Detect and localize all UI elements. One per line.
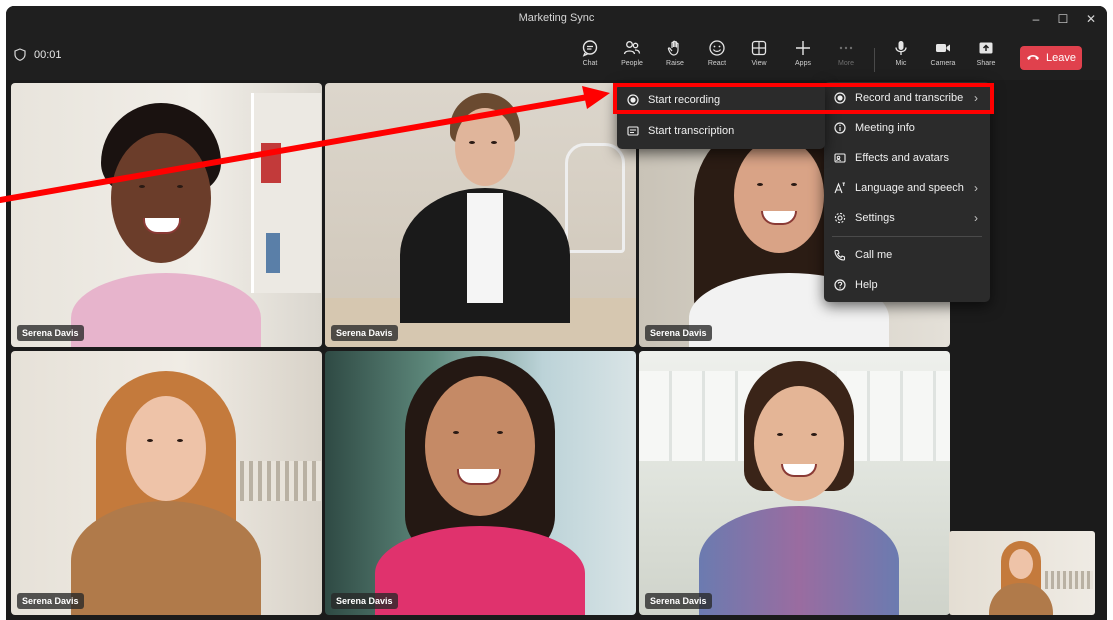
more-icon: [837, 39, 855, 57]
record-icon: [834, 92, 846, 104]
toolbar-divider: [874, 48, 875, 72]
menu-item-label: Start transcription: [648, 125, 735, 137]
menu-item-label: Record and transcribe: [855, 92, 964, 104]
participant-name: Serena Davis: [331, 325, 398, 341]
mic-button[interactable]: Mic: [879, 39, 923, 75]
leave-button[interactable]: Leave: [1020, 46, 1082, 70]
phone-icon: [834, 249, 846, 261]
apps-icon: [794, 39, 812, 57]
view-icon: [750, 39, 768, 57]
menu-item-settings[interactable]: Settings ›: [824, 205, 990, 231]
more-options-menu: Record and transcribe › Meeting info Eff…: [824, 82, 990, 302]
menu-item-language-and-speech[interactable]: Language and speech ›: [824, 175, 990, 201]
menu-item-label: Settings: [855, 212, 895, 224]
video-tile[interactable]: Serena Davis: [639, 351, 950, 615]
react-label: React: [707, 60, 727, 67]
raise-hand-icon: [666, 39, 684, 57]
menu-item-call-me[interactable]: Call me: [824, 242, 990, 268]
menu-item-record-and-transcribe[interactable]: Record and transcribe ›: [824, 85, 990, 111]
share-label: Share: [976, 60, 996, 67]
menu-item-effects-and-avatars[interactable]: Effects and avatars: [824, 145, 990, 171]
close-button[interactable]: ✕: [1076, 6, 1106, 32]
meeting-title: Marketing Sync: [518, 12, 595, 24]
self-head: [1009, 549, 1033, 579]
timer-text: 00:01: [34, 48, 62, 61]
chevron-right-icon: ›: [974, 211, 978, 225]
chevron-right-icon: ›: [974, 91, 978, 105]
chat-label: Chat: [582, 60, 598, 67]
participant-name: Serena Davis: [17, 325, 84, 341]
participant-figure: [689, 361, 909, 615]
shelf-item: [266, 233, 280, 273]
view-label: View: [751, 60, 767, 67]
participant-name: Serena Davis: [331, 593, 398, 609]
self-view-tile[interactable]: [949, 531, 1095, 615]
info-icon: [834, 122, 846, 134]
mic-icon: [892, 39, 910, 57]
teams-meeting-window: Marketing Sync – ☐ ✕ 00:01 Chat People R…: [6, 6, 1107, 620]
menu-item-label: Call me: [855, 249, 893, 261]
menu-item-label: Effects and avatars: [855, 152, 949, 164]
share-button[interactable]: Share: [964, 39, 1008, 75]
participant-figure: [51, 371, 281, 615]
language-icon: [834, 182, 846, 194]
react-icon: [708, 39, 726, 57]
apps-label: Apps: [795, 60, 811, 67]
menu-item-label: Meeting info: [855, 122, 915, 134]
mic-label: Mic: [895, 60, 907, 67]
participant-figure: [385, 93, 585, 333]
menu-item-start-recording[interactable]: Start recording: [617, 87, 825, 113]
video-tile[interactable]: Serena Davis: [11, 83, 322, 347]
chat-button[interactable]: Chat: [568, 39, 612, 75]
bookshelf: [1045, 571, 1093, 589]
chat-icon: [581, 39, 599, 57]
menu-item-label: Help: [855, 279, 878, 291]
menu-item-label: Language and speech: [855, 182, 964, 194]
gear-icon: [834, 212, 846, 224]
maximize-button[interactable]: ☐: [1048, 6, 1078, 32]
menu-item-start-transcription[interactable]: Start transcription: [617, 118, 825, 144]
meeting-timer: 00:01: [14, 48, 62, 61]
transcript-icon: [627, 125, 639, 137]
menu-item-meeting-info[interactable]: Meeting info: [824, 115, 990, 141]
apps-button[interactable]: Apps: [781, 39, 825, 75]
video-tile[interactable]: Serena Davis: [325, 351, 636, 615]
view-button[interactable]: View: [737, 39, 781, 75]
effects-icon: [834, 152, 846, 164]
people-button[interactable]: People: [610, 39, 654, 75]
shelf-decoration: [251, 93, 321, 293]
video-tile[interactable]: Serena Davis: [11, 351, 322, 615]
camera-icon: [934, 39, 952, 57]
chevron-right-icon: ›: [974, 181, 978, 195]
raise-label: Raise: [666, 60, 684, 67]
more-label: More: [838, 60, 854, 67]
participant-name: Serena Davis: [17, 593, 84, 609]
hang-up-icon: [1026, 52, 1040, 64]
shelf-item: [261, 143, 281, 183]
help-icon: [834, 279, 846, 291]
video-tile[interactable]: Serena Davis: [325, 83, 636, 347]
menu-item-label: Start recording: [648, 94, 721, 106]
participant-name: Serena Davis: [645, 593, 712, 609]
leave-label: Leave: [1046, 52, 1076, 64]
react-button[interactable]: React: [695, 39, 739, 75]
participant-figure: [365, 351, 595, 615]
title-bar: Marketing Sync – ☐ ✕: [6, 6, 1107, 32]
minimize-button[interactable]: –: [1021, 6, 1051, 32]
meeting-toolbar: 00:01 Chat People Raise React View Apps …: [6, 32, 1107, 80]
record-submenu: Start recording Start transcription: [617, 83, 825, 149]
participant-figure: [71, 103, 261, 347]
share-icon: [977, 39, 995, 57]
camera-label: Camera: [930, 60, 956, 67]
record-icon: [627, 94, 639, 106]
menu-divider: [832, 236, 982, 237]
raise-hand-button[interactable]: Raise: [653, 39, 697, 75]
menu-item-help[interactable]: Help: [824, 272, 990, 298]
shield-icon: [14, 48, 26, 61]
people-icon: [623, 39, 641, 57]
more-button[interactable]: More: [824, 39, 868, 75]
camera-button[interactable]: Camera: [921, 39, 965, 75]
people-label: People: [621, 60, 643, 67]
participant-name: Serena Davis: [645, 325, 712, 341]
